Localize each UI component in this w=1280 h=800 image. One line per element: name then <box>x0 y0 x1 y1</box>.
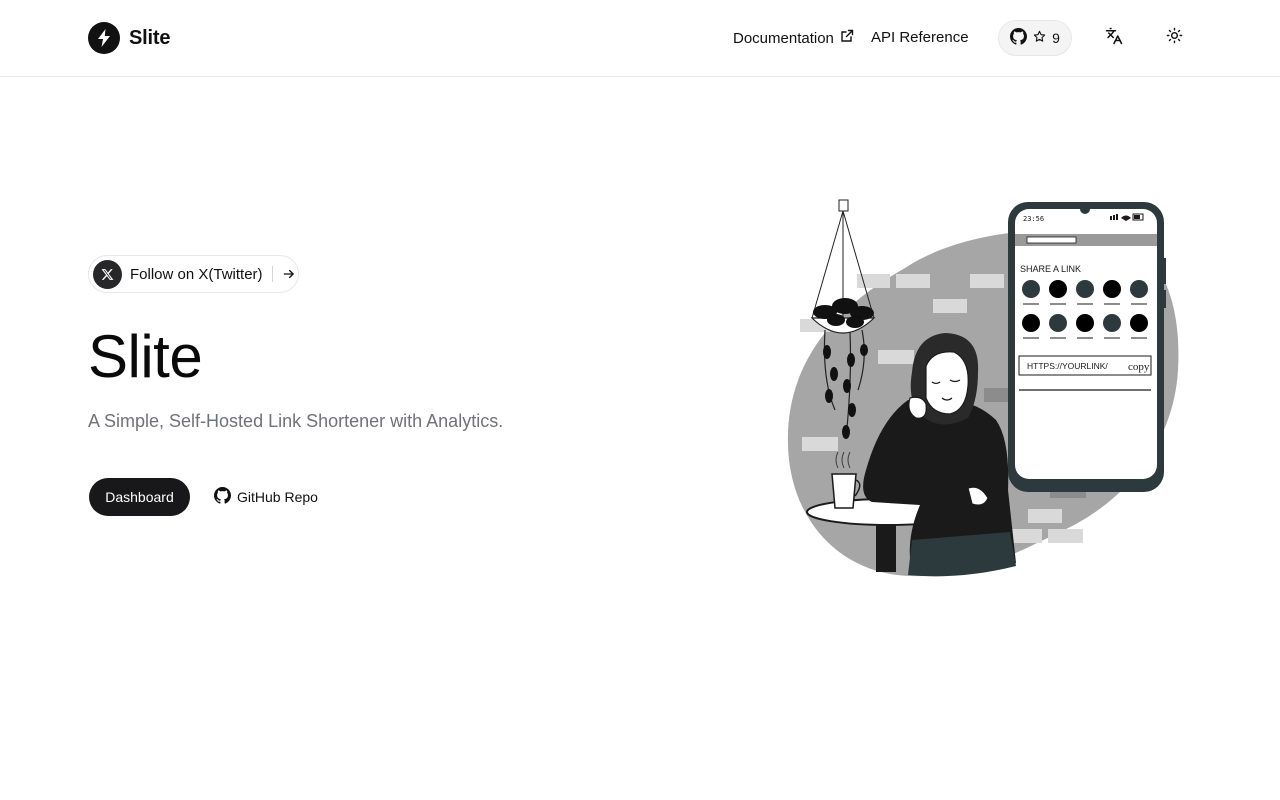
hero-title: Slite <box>88 323 203 390</box>
hero-subtitle: A Simple, Self-Hosted Link Shortener wit… <box>88 411 504 431</box>
x-logo-icon <box>93 259 122 289</box>
github-stars-count: 9 <box>1052 30 1060 46</box>
sun-icon <box>1166 27 1183 49</box>
dashboard-button-label: Dashboard <box>105 489 174 505</box>
arrow-right-icon <box>282 267 296 281</box>
dashboard-button[interactable]: Dashboard <box>89 478 190 516</box>
follow-twitter-link[interactable]: Follow on X(Twitter) <box>88 255 299 293</box>
nav-api-reference-link[interactable]: API Reference <box>871 29 969 46</box>
star-icon <box>1033 30 1046 46</box>
follow-twitter-label: Follow on X(Twitter) <box>130 265 263 283</box>
nav-api-reference-label: API Reference <box>871 29 969 46</box>
github-icon <box>214 487 231 507</box>
phone-time-text: 23:56 <box>1023 215 1044 223</box>
github-icon <box>1010 28 1028 48</box>
copy-label-text: copy <box>1128 361 1150 373</box>
external-link-icon <box>840 29 854 47</box>
follow-divider <box>271 266 273 282</box>
url-field-text: HTTPS://YOURLINK/ <box>1027 361 1108 371</box>
translate-icon <box>1105 27 1123 50</box>
brand-name: Slite <box>129 26 171 49</box>
github-repo-button[interactable]: GitHub Repo <box>214 478 318 516</box>
nav-documentation-label: Documentation <box>733 29 834 47</box>
language-toggle-button[interactable] <box>1098 22 1130 54</box>
top-navbar: Slite Documentation API Reference 9 <box>0 0 1280 77</box>
nav-documentation-link[interactable]: Documentation <box>733 29 854 47</box>
hero-illustration: 23:56 SHARE A LINK HTTPS://YOURLINK/ cop… <box>787 199 1179 577</box>
github-repo-label: GitHub Repo <box>237 489 318 505</box>
bolt-icon <box>88 22 120 54</box>
brand-home-link[interactable]: Slite <box>88 22 170 54</box>
share-link-heading: SHARE A LINK <box>1020 264 1081 274</box>
theme-toggle-button[interactable] <box>1158 22 1190 54</box>
github-stars-button[interactable]: 9 <box>998 20 1072 56</box>
